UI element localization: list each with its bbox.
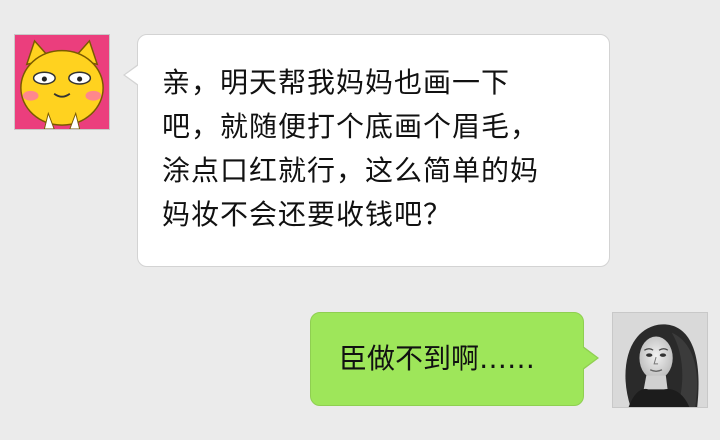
- message-text: 亲，明天帮我妈妈也画一下 吧，就随便打个底画个眉毛， 涂点口红就行，这么简单的妈…: [162, 66, 540, 231]
- contact-avatar[interactable]: [14, 34, 110, 130]
- cartoon-cat-icon: [15, 35, 109, 129]
- woman-portrait-icon: [613, 313, 707, 407]
- user-avatar[interactable]: [612, 312, 708, 408]
- outgoing-message-bubble[interactable]: 臣做不到啊……: [310, 312, 599, 406]
- message-text: 臣做不到啊……: [339, 342, 536, 375]
- bubble-tail-fill: [582, 347, 597, 369]
- incoming-message-bubble[interactable]: 亲，明天帮我妈妈也画一下 吧，就随便打个底画个眉毛， 涂点口红就行，这么简单的妈…: [123, 34, 610, 267]
- bubble-tail-fill: [125, 65, 139, 85]
